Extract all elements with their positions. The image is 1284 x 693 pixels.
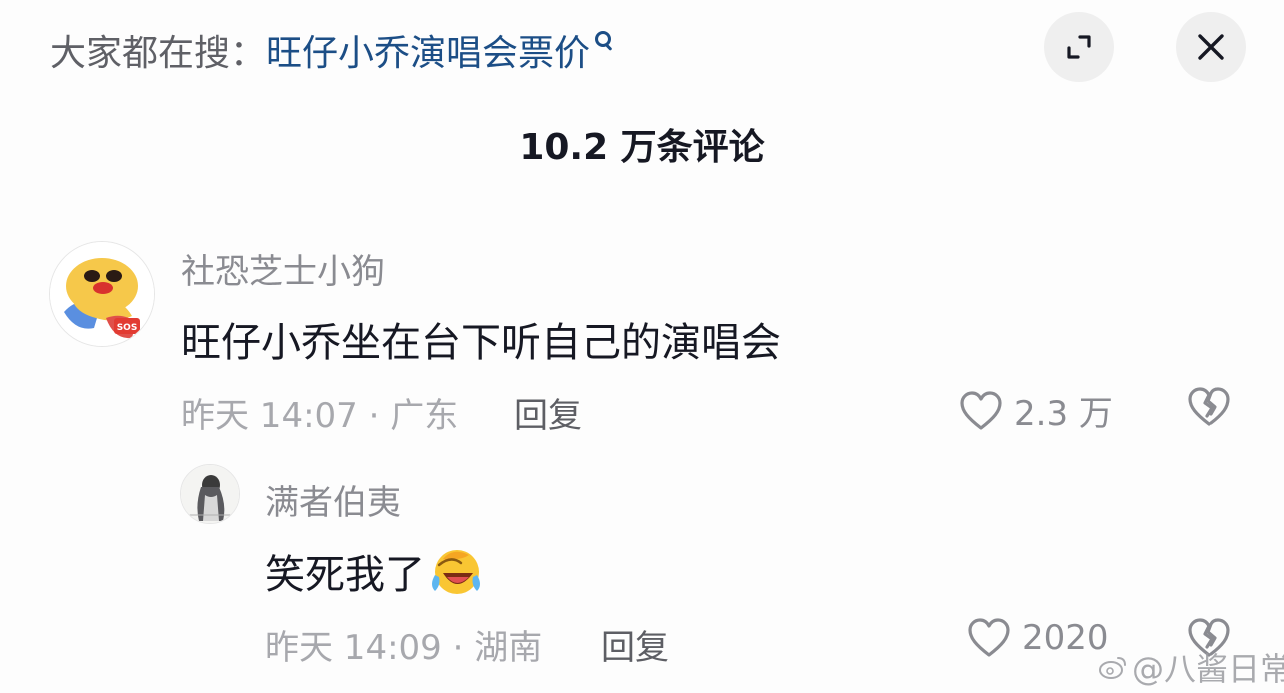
comment-meta: 昨天 14:07 · 广东 — [181, 396, 459, 436]
search-suggestion[interactable]: 大家都在搜： 旺仔小乔演唱会票价 — [50, 22, 614, 78]
comment-text: 旺仔小乔坐在台下听自己的演唱会 — [181, 320, 781, 366]
like-count: 2.3 万 — [1014, 394, 1113, 434]
close-icon — [1198, 34, 1224, 60]
broken-heart-icon — [1188, 387, 1230, 426]
reply-text: 笑死我了 — [265, 552, 425, 598]
reply-button[interactable]: 回复 — [601, 620, 669, 669]
comment-username[interactable]: 社恐芝士小狗 — [181, 244, 385, 293]
weibo-icon — [1099, 657, 1126, 679]
reply-button[interactable]: 回复 — [514, 388, 582, 437]
search-icon — [592, 28, 614, 56]
laughing-crying-emoji — [432, 550, 480, 594]
like-count: 2020 — [1022, 618, 1109, 658]
watermark: @八酱日常 — [1098, 644, 1284, 690]
reply-avatar[interactable] — [180, 464, 240, 524]
expand-icon — [1067, 35, 1091, 59]
reply-username[interactable]: 满者伯夷 — [265, 475, 401, 524]
heart-icon — [960, 390, 1002, 430]
comment-count-title: 10.2 万条评论 — [519, 127, 765, 168]
avatar-image: SOS — [50, 242, 154, 346]
like-button[interactable]: 2020 — [966, 617, 1109, 659]
watermark-text: @八酱日常 — [1132, 650, 1284, 688]
close-button[interactable] — [1176, 12, 1246, 82]
search-query-link[interactable]: 旺仔小乔演唱会票价 — [266, 24, 590, 76]
reply-text-row: 笑死我了 — [265, 542, 485, 600]
expand-button[interactable] — [1044, 12, 1114, 82]
avatar[interactable]: SOS — [49, 241, 155, 347]
like-button[interactable]: 2.3 万 — [958, 386, 1113, 435]
heart-icon — [968, 618, 1010, 657]
dislike-button[interactable] — [1186, 386, 1232, 432]
search-prefix-label: 大家都在搜： — [50, 33, 267, 74]
avatar-badge: SOS — [117, 323, 138, 333]
reply-meta: 昨天 14:09 · 湖南 — [265, 628, 543, 668]
avatar-image — [181, 465, 239, 523]
